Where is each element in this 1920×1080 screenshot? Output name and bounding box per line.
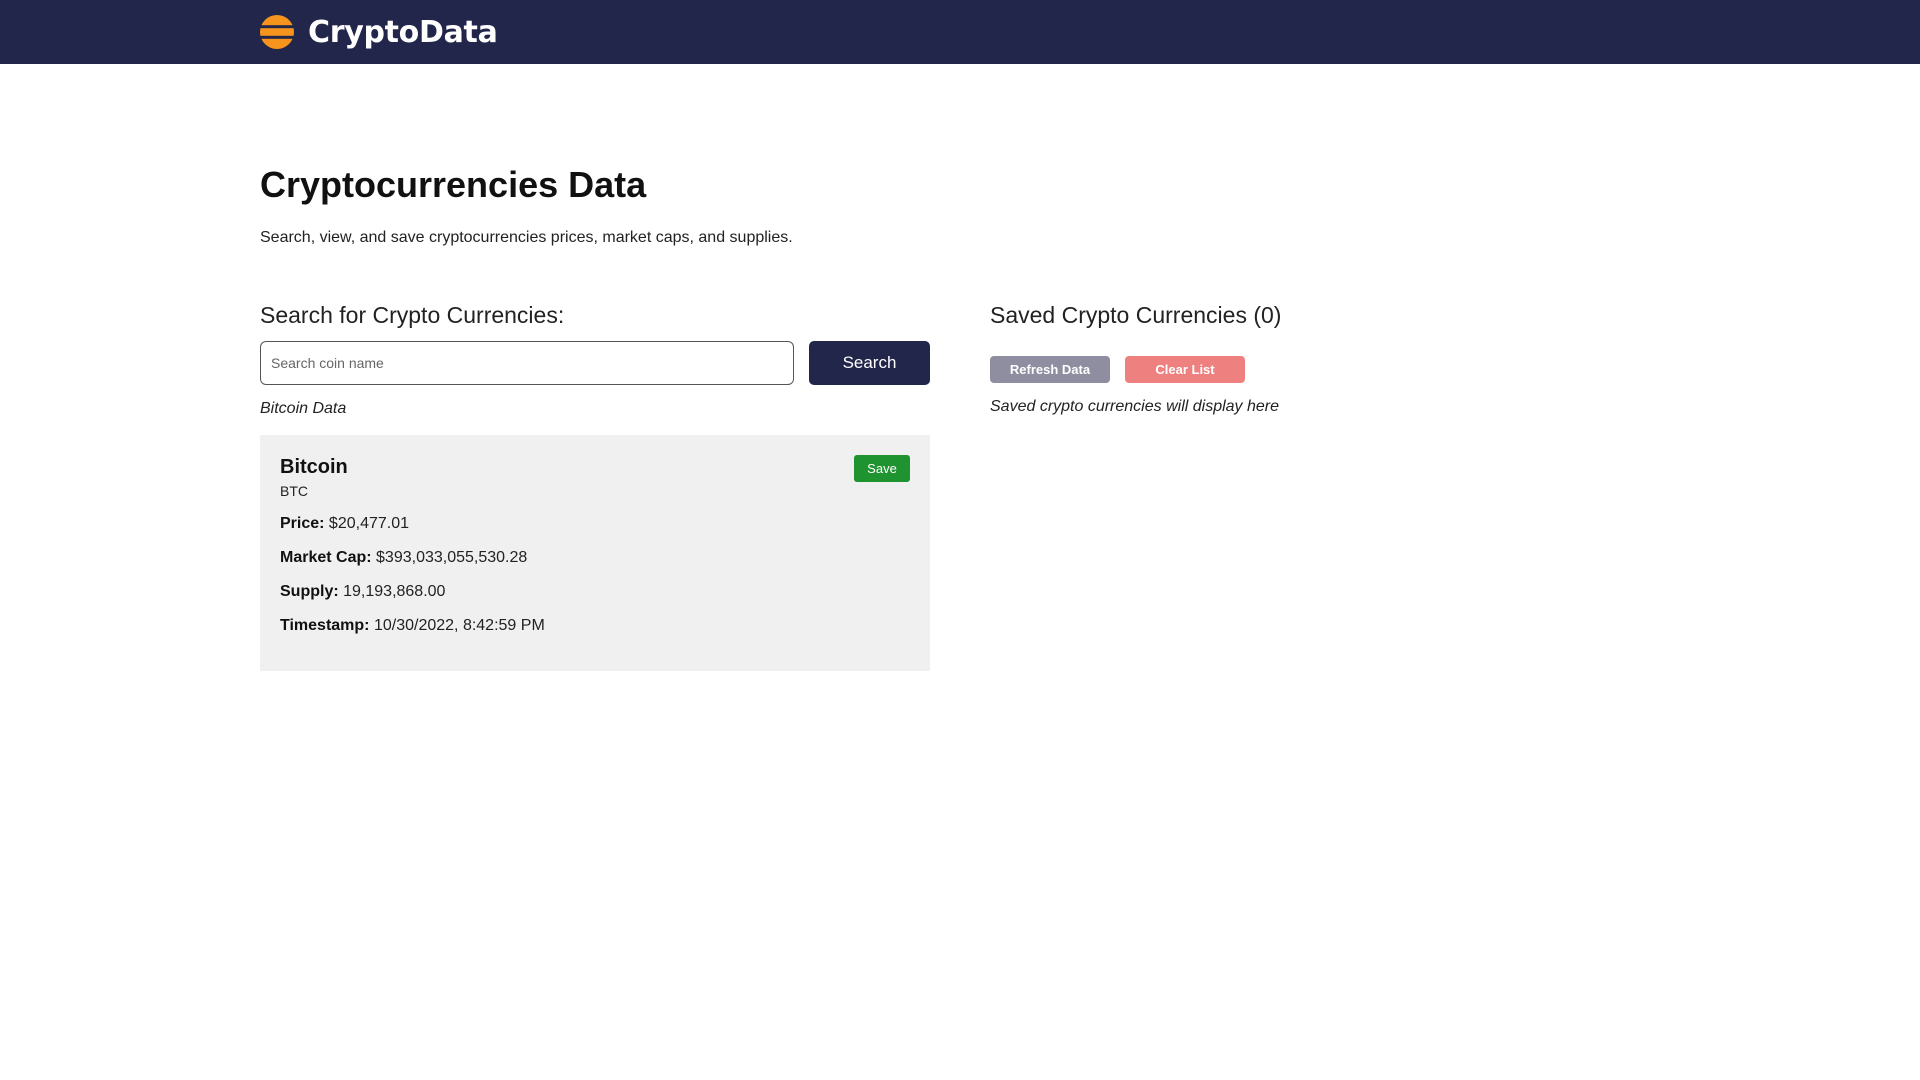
page-title: Cryptocurrencies Data <box>260 164 647 205</box>
price-value: $20,477.01 <box>328 515 409 532</box>
save-coin-button[interactable]: Save <box>854 455 910 482</box>
page-subtitle: Search, view, and save cryptocurrencies … <box>260 229 793 246</box>
top-navbar: CryptoData <box>0 0 1920 64</box>
stacked-coins-icon <box>260 15 294 49</box>
coin-price-row: Price: $20,477.01 <box>280 515 409 533</box>
coin-name: Bitcoin <box>280 456 348 478</box>
coin-timestamp-row: Timestamp: 10/30/2022, 8:42:59 PM <box>280 617 545 635</box>
market-cap-value: $393,033,055,530.28 <box>376 549 528 566</box>
saved-heading: Saved Crypto Currencies (0) <box>990 302 1282 328</box>
search-button[interactable]: Search <box>809 341 930 385</box>
coin-card: Bitcoin BTC Save Price: $20,477.01 Marke… <box>260 435 930 671</box>
supply-label: Supply: <box>280 583 339 600</box>
search-input[interactable] <box>260 341 794 385</box>
brand-name: CryptoData <box>308 14 498 50</box>
price-label: Price: <box>280 515 325 532</box>
refresh-data-button[interactable]: Refresh Data <box>990 356 1110 383</box>
market-cap-label: Market Cap: <box>280 549 372 566</box>
timestamp-label: Timestamp: <box>280 617 370 634</box>
coin-symbol: BTC <box>280 483 308 499</box>
clear-list-button[interactable]: Clear List <box>1125 356 1245 383</box>
coin-market-cap-row: Market Cap: $393,033,055,530.28 <box>280 549 527 567</box>
supply-value: 19,193,868.00 <box>343 583 446 600</box>
saved-empty-message: Saved crypto currencies will display her… <box>990 398 1280 415</box>
search-heading: Search for Crypto Currencies: <box>260 302 565 328</box>
brand[interactable]: CryptoData <box>260 12 498 52</box>
coin-supply-row: Supply: 19,193,868.00 <box>280 583 445 601</box>
timestamp-value: 10/30/2022, 8:42:59 PM <box>373 617 545 634</box>
result-label: Bitcoin Data <box>260 400 347 417</box>
